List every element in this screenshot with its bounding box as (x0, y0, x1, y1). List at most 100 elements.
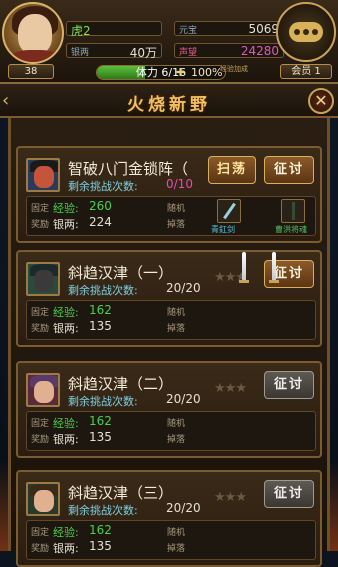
random-drop-label-2: 掉落 (167, 544, 186, 554)
drop-item-name: 曹洪将魂 (275, 225, 307, 234)
fixed-reward-label-1: 固定 (31, 308, 50, 318)
star-icon: ★ (224, 381, 237, 396)
fame-value: 24280 (240, 44, 279, 58)
remain-label: 剩余挑战次数: (68, 180, 138, 193)
fame-box: 声望 24280 (174, 43, 284, 58)
remain-value: 0/10 (166, 177, 193, 191)
silver-reward: 135 (89, 319, 112, 333)
exp-reward: 162 (89, 303, 112, 317)
stage-name: 斜趋汉津（二） (68, 375, 174, 393)
random-drop-label-1: 随机 (167, 204, 186, 214)
silver-box: 银两 40万 (66, 43, 162, 60)
fixed-reward-label-1: 固定 (31, 204, 50, 214)
stage-card[interactable]: 斜趋汉津（一） 剩余挑战次数: 20/20 ★★★ 征讨 固定 奖励 经验: 1… (16, 250, 322, 347)
remain-label: 剩余挑战次数: (68, 284, 138, 297)
fixed-reward-label-2: 奖励 (31, 220, 50, 230)
random-drop-label-1: 随机 (167, 419, 186, 429)
random-drop-label-2: 掉落 (167, 220, 186, 230)
stage-name: 智破八门金锁阵（ (68, 160, 189, 178)
stage-portrait (26, 373, 60, 407)
exp-tag: 经验加成 (220, 65, 248, 73)
fixed-reward-label-2: 奖励 (31, 324, 50, 334)
random-drop-label-2: 掉落 (167, 324, 186, 334)
reward-box: 固定 奖励 经验: 260 银两: 224 随机 掉落 青釭剑 曹洪将魂 (26, 196, 316, 236)
exp-key: 经验: (53, 526, 79, 539)
silver-key: 银两: (53, 218, 79, 231)
exp-reward: 260 (89, 199, 112, 213)
page-title: 火烧新野 (127, 95, 211, 115)
fight-button[interactable]: 征讨 (264, 156, 314, 184)
player-name: 虎2 (71, 24, 91, 38)
sweep-button[interactable]: 扫荡 (208, 156, 256, 184)
remain-value: 20/20 (166, 281, 201, 295)
fame-label: 声望 (179, 48, 198, 58)
star-icon: ★ (214, 381, 226, 396)
exp-key: 经验: (53, 202, 79, 215)
remain-label: 剩余挑战次数: (68, 504, 138, 517)
exp-plus-icon: ✚ (176, 66, 186, 79)
drop-item-name: 青釭剑 (211, 225, 235, 234)
reward-box: 固定 奖励 经验: 162 银两: 135 随机 掉落 (26, 300, 316, 340)
random-drop-label-1: 随机 (167, 308, 186, 318)
exp-reward: 162 (89, 414, 112, 428)
reward-box: 固定 奖励 经验: 162 银两: 135 随机 掉落 (26, 520, 316, 560)
stage-name: 斜趋汉津（一） (68, 264, 174, 282)
remain-value: 20/20 (166, 392, 201, 406)
chat-menu-button[interactable] (276, 2, 336, 62)
drop-item-slot[interactable] (281, 199, 305, 223)
fixed-reward-label-2: 奖励 (31, 544, 50, 554)
player-avatar[interactable] (2, 2, 64, 64)
exp-value: 100% (191, 66, 223, 79)
exp-reward: 162 (89, 523, 112, 537)
star-icon: ★ (235, 381, 247, 396)
fixed-reward-label-1: 固定 (31, 419, 50, 429)
gold-value: 5069 (248, 22, 279, 36)
star-icon: ★ (235, 490, 247, 505)
stage-stars: ★★★ (214, 381, 247, 396)
stage-portrait (26, 482, 60, 516)
silver-reward: 135 (89, 430, 112, 444)
gold-label: 元宝 (179, 26, 198, 36)
player-level: 38 (8, 64, 54, 79)
stage-card[interactable]: 斜趋汉津（二） 剩余挑战次数: 20/20 ★★★ 征讨 固定 奖励 经验: 1… (16, 361, 322, 458)
stage-card[interactable]: 智破八门金锁阵（ 剩余挑战次数: 0/10 ★★★ 扫荡征讨 固定 奖励 经验:… (16, 146, 322, 243)
stage-stars: ★★★ (214, 490, 247, 505)
player-name-box: 虎2 (66, 21, 162, 38)
silver-value: 40万 (129, 46, 157, 60)
stamina-label: 体力 (135, 66, 158, 79)
remain-label: 剩余挑战次数: (68, 395, 138, 408)
stage-name: 斜趋汉津（三） (68, 484, 174, 502)
exp-key: 经验: (53, 417, 79, 430)
star-icon: ★ (214, 270, 226, 285)
star-icon: ★ (214, 490, 226, 505)
gold-box: 元宝 5069 + (174, 21, 297, 36)
stage-card[interactable]: 斜趋汉津（三） 剩余挑战次数: 20/20 ★★★ 征讨 固定 奖励 经验: 1… (16, 470, 322, 567)
sword-hilt-decoration (269, 280, 279, 283)
vip-badge[interactable]: 会员 1 (280, 64, 332, 79)
chat-bubble-icon (289, 22, 323, 42)
avatar-body (10, 50, 60, 62)
drop-item-slot[interactable] (217, 199, 241, 223)
sword-decoration (242, 252, 246, 282)
fixed-reward-label-2: 奖励 (31, 435, 50, 445)
sword-decoration (272, 252, 276, 282)
fixed-reward-label-1: 固定 (31, 528, 50, 538)
random-drop-label-1: 随机 (167, 528, 186, 538)
remain-value: 20/20 (166, 501, 201, 515)
fight-button[interactable]: 征讨 (264, 480, 314, 508)
fight-button[interactable]: 征讨 (264, 371, 314, 399)
silver-label: 银两 (71, 48, 90, 58)
silver-reward: 224 (89, 215, 112, 229)
star-icon: ★ (224, 490, 237, 505)
stage-portrait (26, 262, 60, 296)
reward-box: 固定 奖励 经验: 162 银两: 135 随机 掉落 (26, 411, 316, 451)
silver-key: 银两: (53, 433, 79, 446)
close-icon[interactable]: ✕ (308, 88, 334, 114)
star-icon: ★ (224, 270, 237, 285)
random-drop-label-2: 掉落 (167, 435, 186, 445)
exp-key: 经验: (53, 306, 79, 319)
silver-key: 银两: (53, 542, 79, 555)
avatar-face (18, 14, 52, 54)
sword-hilt-decoration (239, 280, 249, 283)
player-hud: 38 虎2 元宝 5069 + 银两 40万 声望 24280 体力 6/16 … (0, 0, 338, 84)
